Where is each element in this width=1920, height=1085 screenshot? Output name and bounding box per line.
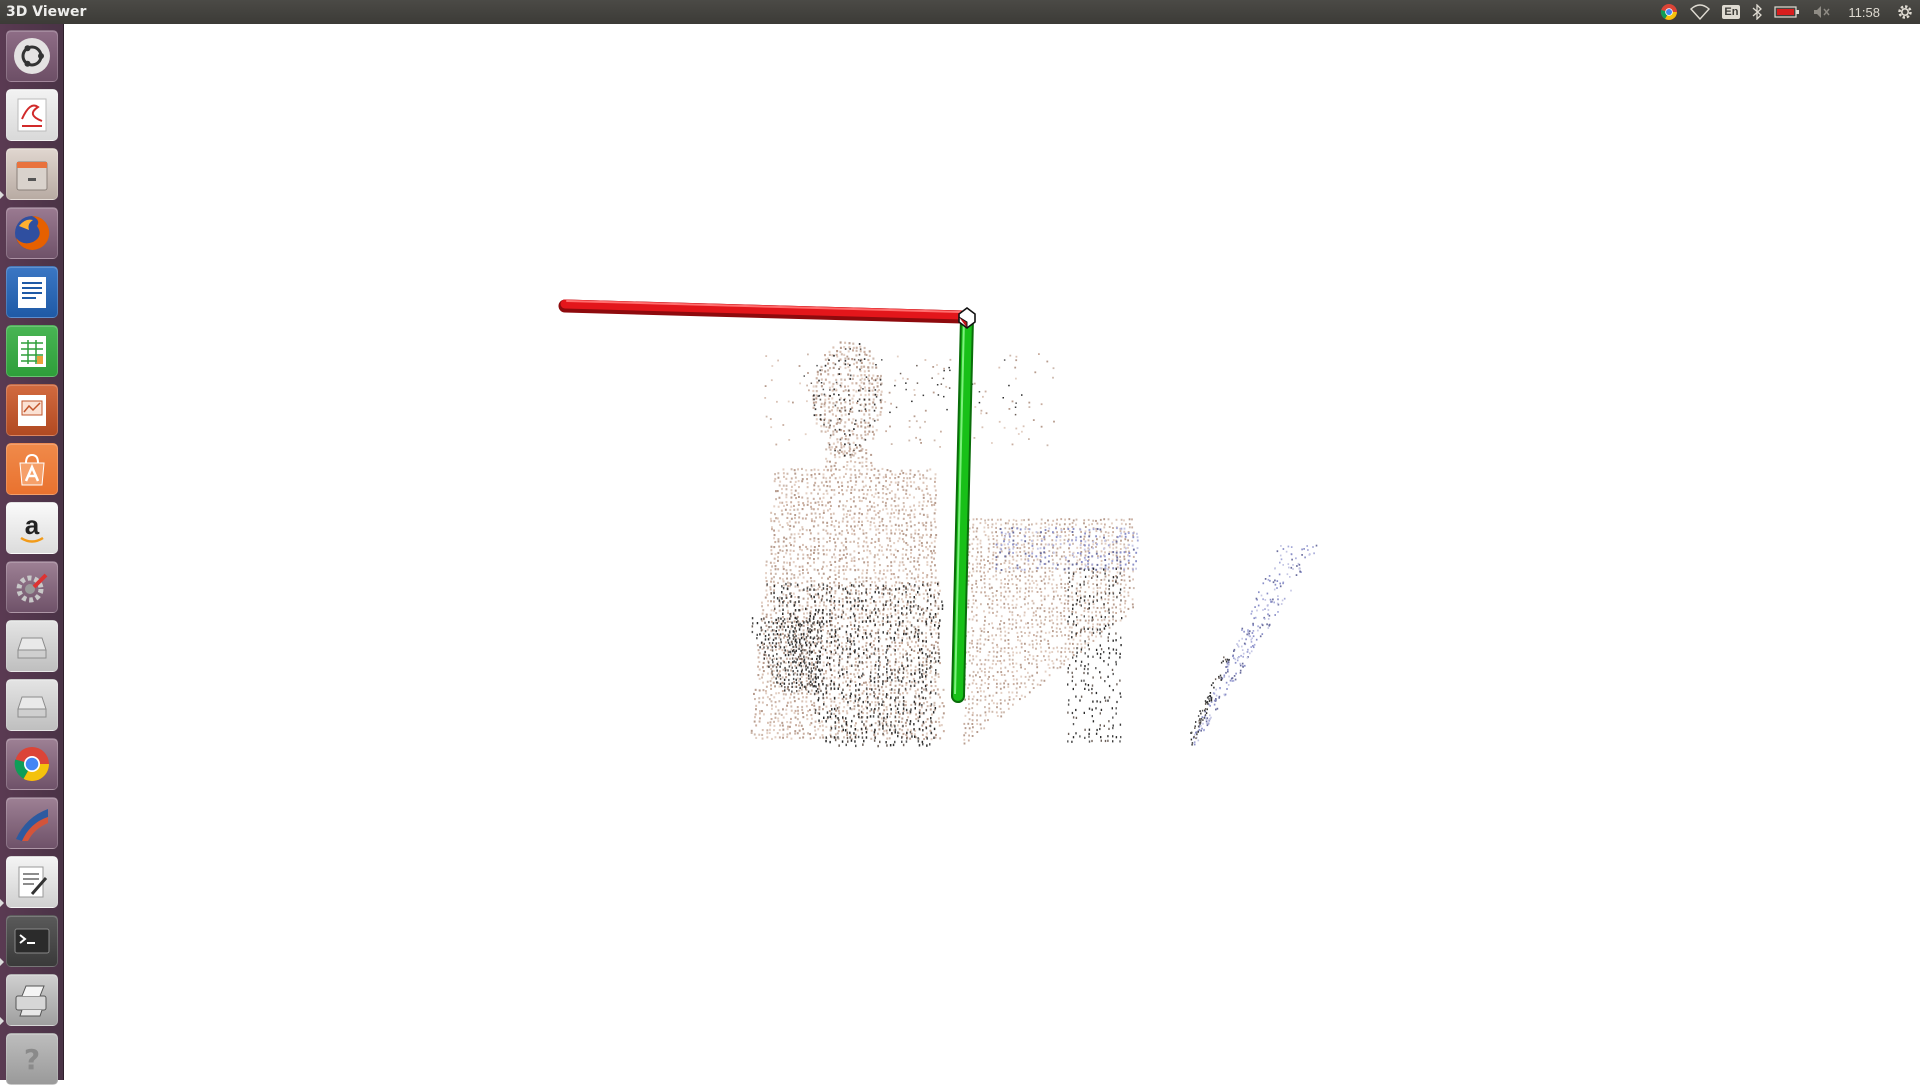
keyboard-layout-label: En xyxy=(1722,5,1741,19)
launcher-software-center[interactable] xyxy=(6,443,58,495)
libreoffice-impress-icon xyxy=(12,390,52,430)
launcher-dash-home[interactable] xyxy=(6,30,58,82)
wifi-icon[interactable] xyxy=(1684,0,1716,24)
text-editor-icon xyxy=(12,862,52,902)
launcher-document-viewer[interactable] xyxy=(6,89,58,141)
launcher-text-editor[interactable] xyxy=(6,856,58,908)
launcher-amazon[interactable]: a xyxy=(6,502,58,554)
help-icon: ? xyxy=(12,1039,52,1079)
clock[interactable]: 11:58 xyxy=(1838,5,1890,20)
svg-text:?: ? xyxy=(24,1043,40,1076)
y-axis xyxy=(951,311,974,703)
launcher-drive-2[interactable] xyxy=(6,679,58,731)
window-title: 3D Viewer xyxy=(6,4,87,20)
launcher-system-settings[interactable] xyxy=(6,561,58,613)
top-panel: 3D Viewer En 11:58 xyxy=(0,0,1920,24)
launcher-drive-1[interactable] xyxy=(6,620,58,672)
amazon-icon: a xyxy=(12,508,52,548)
launcher-color-app[interactable] xyxy=(6,797,58,849)
launcher-help[interactable]: ? xyxy=(6,1033,58,1085)
bluetooth-icon[interactable] xyxy=(1746,0,1768,24)
disk-drive-icon xyxy=(12,626,52,666)
battery-icon[interactable] xyxy=(1768,0,1806,24)
running-indicator xyxy=(0,899,4,907)
running-indicator xyxy=(0,1017,4,1025)
running-indicator xyxy=(0,958,4,966)
ubuntu-logo-icon xyxy=(12,36,52,76)
launcher-impress[interactable] xyxy=(6,384,58,436)
system-gear-icon[interactable] xyxy=(1890,0,1920,24)
software-center-icon xyxy=(12,449,52,489)
svg-text:a: a xyxy=(25,510,40,540)
launcher-chrome[interactable] xyxy=(6,738,58,790)
launcher-files[interactable] xyxy=(6,148,58,200)
chrome-icon xyxy=(12,744,52,784)
scene-canvas[interactable] xyxy=(64,24,1920,1080)
running-indicator xyxy=(0,191,4,199)
terminal-icon xyxy=(12,921,52,961)
firefox-icon xyxy=(11,212,53,254)
color-fan-icon xyxy=(12,803,52,843)
printer-icon xyxy=(12,980,52,1020)
launcher: a ? xyxy=(0,24,64,1085)
3d-viewport[interactable] xyxy=(64,24,1920,1080)
point-cloud xyxy=(750,341,1318,748)
x-axis xyxy=(558,299,969,324)
document-viewer-icon xyxy=(12,95,52,135)
indicator-area: En 11:58 xyxy=(1654,0,1920,24)
launcher-writer[interactable] xyxy=(6,266,58,318)
file-cabinet-icon xyxy=(12,154,52,194)
volume-muted-icon[interactable] xyxy=(1806,0,1838,24)
libreoffice-writer-icon xyxy=(12,272,52,312)
launcher-printer-tool[interactable] xyxy=(6,974,58,1026)
launcher-calc[interactable] xyxy=(6,325,58,377)
keyboard-layout-icon[interactable]: En xyxy=(1716,0,1746,24)
system-settings-icon xyxy=(12,567,52,607)
chrome-icon[interactable] xyxy=(1654,0,1684,24)
libreoffice-calc-icon xyxy=(12,331,52,371)
launcher-terminal[interactable] xyxy=(6,915,58,967)
launcher-firefox[interactable] xyxy=(6,207,58,259)
disk-drive-icon xyxy=(12,685,52,725)
